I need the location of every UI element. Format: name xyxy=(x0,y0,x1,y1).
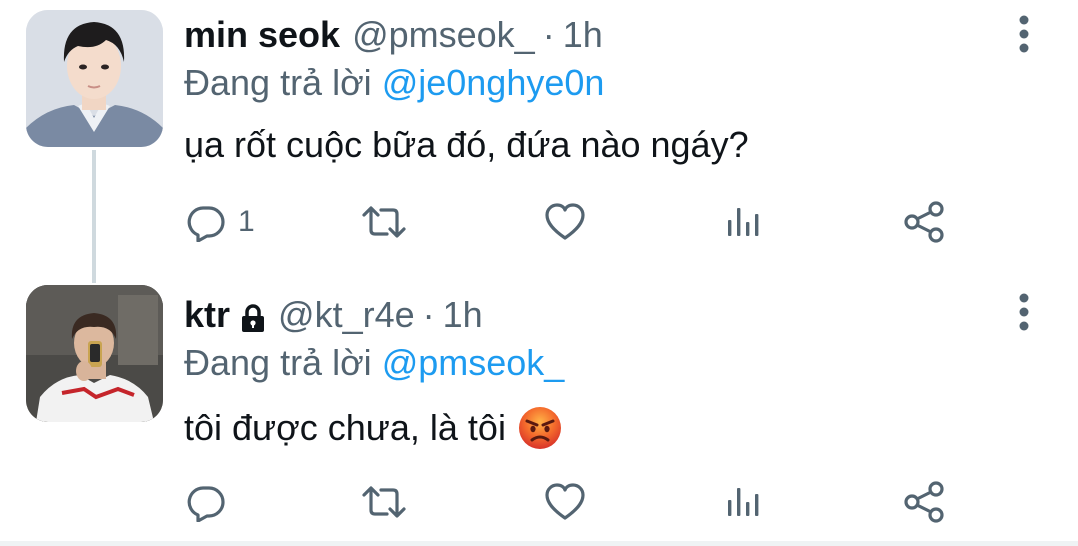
reply-mention-link[interactable]: @pmseok_ xyxy=(382,342,565,383)
timestamp[interactable]: 1h xyxy=(563,14,603,56)
tweet-text: ụa rốt cuộc bữa đó, đứa nào ngáy? xyxy=(184,124,749,166)
tweet[interactable]: min seok @pmseok_ · 1h Đang trả lời @je0… xyxy=(0,0,1078,272)
more-options-icon[interactable] xyxy=(1010,14,1038,54)
retweet-icon xyxy=(360,482,408,522)
reply-mention-link[interactable]: @je0nghye0n xyxy=(382,62,605,103)
user-handle[interactable]: @pmseok_ xyxy=(352,14,535,56)
person-avatar-icon xyxy=(26,10,163,147)
display-name[interactable]: min seok xyxy=(184,14,340,56)
tweet-actions xyxy=(0,478,1078,526)
reply-icon xyxy=(186,482,226,522)
like-button[interactable] xyxy=(544,198,586,246)
lock-icon xyxy=(240,300,266,332)
reply-icon xyxy=(186,202,226,242)
avatar[interactable] xyxy=(26,10,163,147)
tweet-body: ụa rốt cuộc bữa đó, đứa nào ngáy? xyxy=(184,124,749,165)
analytics-button[interactable] xyxy=(724,198,764,246)
feed-divider xyxy=(0,541,1078,546)
tweet-body: tôi được chưa, là tôi xyxy=(184,407,506,448)
thread-connector-line xyxy=(92,150,96,283)
tweet-header: min seok @pmseok_ · 1h xyxy=(184,12,603,58)
share-button[interactable] xyxy=(902,198,946,246)
share-button[interactable] xyxy=(902,478,946,526)
tweet-text: tôi được chưa, là tôi xyxy=(184,406,562,450)
person-avatar-icon xyxy=(26,285,163,422)
analytics-icon xyxy=(724,482,764,522)
display-name[interactable]: ktr xyxy=(184,294,230,336)
reply-button[interactable] xyxy=(186,478,238,526)
separator-dot: · xyxy=(422,294,435,335)
like-button[interactable] xyxy=(544,478,586,526)
heart-icon xyxy=(544,482,586,522)
retweet-icon xyxy=(360,202,408,242)
separator-dot: · xyxy=(542,14,555,55)
analytics-icon xyxy=(724,202,764,242)
share-icon xyxy=(902,480,946,524)
tweet[interactable]: ktr @kt_r4e · 1h Đang trả lời @pmseok_ t… xyxy=(0,278,1078,546)
replying-to: Đang trả lời @pmseok_ xyxy=(184,342,564,384)
timestamp[interactable]: 1h xyxy=(443,294,483,336)
replying-to: Đang trả lời @je0nghye0n xyxy=(184,62,604,104)
avatar[interactable] xyxy=(26,285,163,422)
heart-icon xyxy=(544,202,586,242)
user-handle[interactable]: @kt_r4e xyxy=(278,294,415,336)
reply-button[interactable]: 1 xyxy=(186,198,255,246)
tweet-header: ktr @kt_r4e · 1h xyxy=(184,292,483,338)
replying-to-label: Đang trả lời xyxy=(184,62,372,103)
tweet-actions: 1 xyxy=(0,198,1078,246)
retweet-button[interactable] xyxy=(360,198,408,246)
more-options-icon[interactable] xyxy=(1010,292,1038,332)
replying-to-label: Đang trả lời xyxy=(184,342,372,383)
angry-face-icon xyxy=(518,406,562,450)
retweet-button[interactable] xyxy=(360,478,408,526)
reply-count: 1 xyxy=(238,205,255,238)
share-icon xyxy=(902,200,946,244)
analytics-button[interactable] xyxy=(724,478,764,526)
